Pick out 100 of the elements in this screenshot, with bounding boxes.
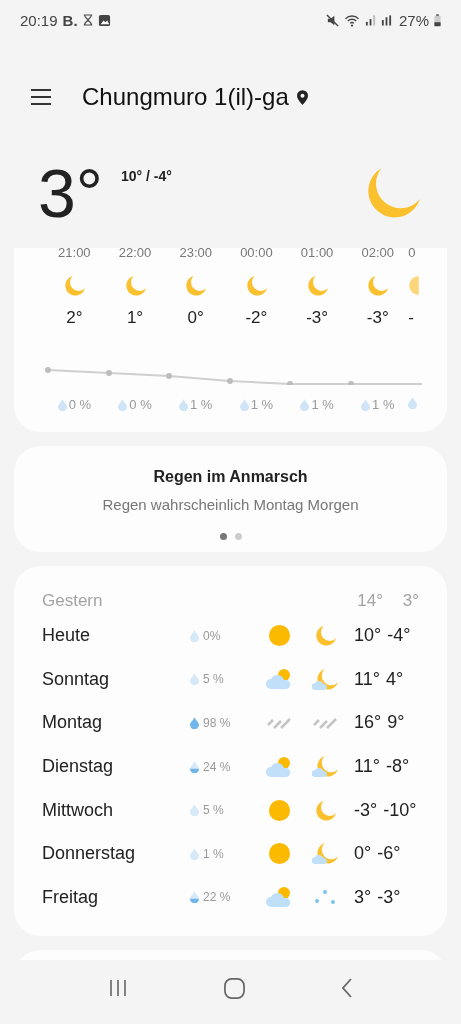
location-pin-icon	[296, 89, 308, 105]
sun-icon	[408, 275, 421, 296]
raindrop-icon	[118, 398, 128, 411]
hour-temperature: 1°	[126, 308, 144, 328]
sun-icon	[267, 798, 291, 822]
battery-percent: 27%	[398, 11, 429, 29]
moon-icon	[184, 275, 208, 296]
day-name: Freitag	[42, 886, 100, 908]
current-temperature: 3°	[38, 159, 103, 227]
cloud-sun-icon	[265, 755, 293, 778]
signal-icon	[364, 14, 376, 26]
temperature-range: 10° / -4°	[121, 168, 172, 184]
moon-icon	[366, 275, 390, 296]
precipitation-chance: 5 %	[203, 672, 224, 687]
mute-icon	[325, 13, 339, 27]
app-notification-letter: B.	[62, 11, 78, 29]
yesterday-label: Gestern	[42, 591, 103, 611]
hour-temperature: -3°	[306, 308, 329, 328]
hour-label: 22:00	[118, 248, 152, 260]
hour-label: 02:00	[361, 248, 395, 260]
hour-label: 0	[408, 248, 416, 260]
hour-temperature: 2°	[66, 308, 83, 328]
precipitation-chance: 24 %	[203, 759, 231, 774]
page-indicator-dot[interactable]	[234, 533, 242, 540]
alert-text: Regen wahrscheinlich Montag Morgen	[102, 496, 359, 513]
cloud-sun-icon	[265, 668, 293, 691]
day-name: Donnerstag	[42, 843, 137, 865]
day-name: Dienstag	[42, 756, 115, 778]
raindrop-icon	[190, 717, 199, 729]
precipitation-chance: 5 %	[203, 803, 224, 818]
precipitation-chance: 98 %	[203, 716, 231, 730]
high-temperature: 11°	[354, 668, 380, 690]
precipitation-chance: 1 %	[372, 397, 395, 412]
raindrop-icon	[190, 804, 199, 817]
precipitation-chance: 0 %	[68, 397, 92, 412]
high-temperature: 10°	[354, 625, 382, 647]
moon-cloud-icon	[311, 755, 339, 779]
hour-temperature: -	[408, 308, 414, 328]
precipitation-chance: 1 %	[203, 846, 224, 861]
hourglass-icon	[82, 14, 93, 26]
precipitation-chance: 22 %	[203, 890, 231, 905]
high-temperature: 11°	[354, 756, 380, 778]
recent-apps-icon[interactable]	[108, 978, 128, 998]
moon-icon	[244, 275, 268, 296]
back-icon[interactable]	[341, 978, 353, 998]
day-name: Mittwoch	[42, 799, 114, 821]
high-temperature: 16°	[354, 712, 382, 734]
wifi-icon	[343, 13, 360, 27]
sun-icon	[267, 842, 291, 866]
precipitation-chance: 1 %	[311, 397, 334, 412]
hour-label: 21:00	[58, 248, 91, 260]
day-name: Heute	[42, 625, 92, 647]
moon-cloud-icon	[311, 667, 339, 691]
yesterday-high: 14°	[356, 591, 383, 611]
battery-icon	[434, 13, 441, 27]
moon-icon	[313, 625, 337, 647]
cloud-sun-icon	[265, 886, 293, 909]
signal-icon	[380, 14, 392, 26]
moon-icon	[313, 799, 337, 821]
raindrop-icon	[190, 847, 199, 860]
yesterday-low: 3°	[401, 591, 419, 611]
precipitation-chance: 1 %	[250, 397, 274, 412]
low-temperature: 9°	[387, 712, 405, 734]
location-title: Chungmuro 1(il)-ga	[82, 83, 289, 111]
raindrop-icon	[190, 891, 199, 904]
day-name: Montag	[42, 712, 104, 734]
low-temperature: -3°	[377, 886, 401, 908]
hour-temperature: -2°	[245, 308, 268, 328]
hour-temperature: -3°	[366, 308, 389, 328]
menu-icon[interactable]	[30, 88, 52, 106]
raindrop-icon	[179, 398, 188, 411]
home-icon[interactable]	[224, 977, 245, 999]
raindrop-icon	[190, 673, 199, 686]
raindrop-icon	[239, 398, 249, 411]
high-temperature: 0°	[354, 843, 372, 865]
hour-temperature: 0°	[187, 308, 204, 328]
image-icon	[97, 13, 111, 27]
raindrop-icon	[300, 398, 310, 411]
raindrop-icon	[190, 629, 199, 642]
raindrop-icon	[57, 398, 67, 411]
raindrop-icon	[408, 397, 418, 409]
page-indicator-dot[interactable]	[219, 533, 227, 540]
alert-title: Regen im Anmarsch	[153, 468, 308, 486]
precipitation-chance: 0%	[203, 628, 221, 643]
moon-icon	[62, 275, 86, 296]
low-temperature: -4°	[387, 625, 411, 647]
sun-icon	[267, 624, 291, 648]
raindrop-icon	[190, 760, 199, 773]
snow-icon	[313, 888, 337, 907]
rain-icon	[266, 716, 292, 730]
high-temperature: 3°	[354, 886, 372, 908]
low-temperature: -6°	[377, 843, 401, 865]
high-temperature: -3°	[354, 799, 378, 821]
precipitation-chance: 0 %	[129, 397, 152, 412]
raindrop-icon	[361, 398, 371, 411]
low-temperature: -8°	[385, 756, 410, 778]
low-temperature: -10°	[383, 799, 417, 821]
low-temperature: 4°	[385, 668, 404, 690]
moon-cloud-icon	[311, 842, 339, 866]
hour-label: 01:00	[300, 248, 334, 260]
